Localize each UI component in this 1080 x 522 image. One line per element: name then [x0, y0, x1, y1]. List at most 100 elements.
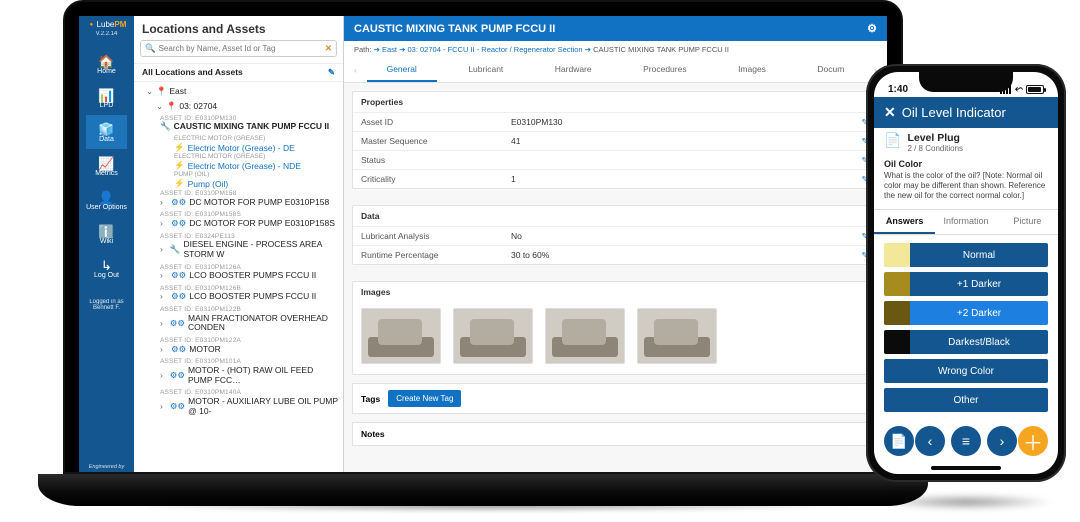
footer-prev-button[interactable]: ‹ [915, 426, 945, 456]
tabs-prev-icon[interactable]: ‹ [350, 65, 361, 75]
question-text: What is the color of the oil? [Note: Nor… [884, 171, 1048, 201]
answer-option[interactable]: Normal [884, 243, 1048, 267]
phone-tab-information[interactable]: Information [935, 210, 996, 234]
image-thumbnail[interactable] [453, 308, 533, 364]
rail-icon: 🏠 [86, 55, 127, 68]
gears-icon: ⚙⚙ [171, 345, 186, 355]
app-window: 🔸LubePM V.2.2.14 🏠Home📊LPD🧊Data📈Metrics👤… [79, 16, 887, 472]
caret-down-icon[interactable]: ⌄ [146, 86, 154, 97]
rail-item-user-options[interactable]: 👤User Options [86, 183, 127, 217]
images-panel: Images [352, 281, 879, 375]
answer-option[interactable]: Darkest/Black [884, 330, 1048, 354]
answer-label: Darkest/Black [910, 330, 1048, 354]
rail-item-metrics[interactable]: 📈Metrics [86, 149, 127, 183]
phone-sub-meta: 2 / 8 Conditions [907, 144, 963, 153]
gear-icon[interactable]: ⚙ [867, 22, 877, 35]
caret-right-icon[interactable]: › [160, 402, 167, 412]
asset-name-row: › ⚙⚙DC MOTOR FOR PUMP E0310P158 [160, 198, 339, 208]
caret-right-icon[interactable]: › [160, 219, 168, 229]
wrench-icon: 🔧 [170, 245, 181, 255]
asset-item[interactable]: ASSET ID: E0310PM122B› ⚙⚙MAIN FRACTIONAT… [134, 305, 343, 336]
property-row: Runtime Percentage30 to 60%✎ [353, 245, 878, 264]
asset-name: LCO BOOSTER PUMPS FCCU II [189, 292, 316, 302]
footer-doc-button[interactable]: 📄 [884, 426, 914, 456]
property-row: Asset IDE0310PM130✎ [353, 112, 878, 131]
search-bar[interactable]: 🔍 ✕ [140, 40, 337, 57]
data-header: Data [353, 206, 878, 226]
tree-node-02704[interactable]: ⌄ 📍 03: 02704 [134, 99, 343, 114]
edit-icon[interactable]: ✎ [328, 67, 335, 78]
asset-name-row: › ⚙⚙MOTOR [160, 345, 339, 355]
caret-right-icon[interactable]: › [160, 371, 167, 381]
rail-item-data[interactable]: 🧊Data [86, 115, 127, 149]
asset-item[interactable]: ASSET ID: E0310PM126A› ⚙⚙LCO BOOSTER PUM… [134, 263, 343, 284]
asset-sub-item[interactable]: ELECTRIC MOTOR (GREASE)⚡Electric Motor (… [134, 135, 343, 153]
rail-label: Wiki [86, 238, 127, 245]
tab-procedures[interactable]: Procedures [623, 58, 706, 82]
tab-general[interactable]: General [367, 58, 437, 82]
asset-name: MOTOR [189, 345, 220, 355]
answer-option[interactable]: Other [884, 388, 1048, 412]
image-thumbnail[interactable] [637, 308, 717, 364]
asset-id-label: ASSET ID: E0310PM122A [160, 337, 339, 344]
footer-list-button[interactable]: ≡ [951, 426, 981, 456]
gears-icon: ⚙⚙ [171, 292, 186, 302]
asset-item[interactable]: ASSET ID: E0310PM140A› ⚙⚙MOTOR - AUXILIA… [134, 388, 343, 419]
rail-item-home[interactable]: 🏠Home [86, 47, 127, 81]
property-value: 41 [503, 132, 852, 150]
image-thumbnail[interactable] [361, 308, 441, 364]
asset-item[interactable]: ASSET ID: E0310PM158› ⚙⚙DC MOTOR FOR PUM… [134, 189, 343, 210]
asset-item[interactable]: ASSET ID: E0310PM158S› ⚙⚙DC MOTOR FOR PU… [134, 210, 343, 231]
path-label: Path: [354, 45, 372, 54]
caret-right-icon[interactable]: › [160, 271, 168, 281]
rail-item-lpd[interactable]: 📊LPD [86, 81, 127, 115]
tab-hardware[interactable]: Hardware [535, 58, 612, 82]
search-icon: 🔍 [145, 43, 156, 54]
clear-search-icon[interactable]: ✕ [325, 43, 332, 54]
asset-sub-item[interactable]: PUMP (OIL)⚡Pump (Oil) [134, 171, 343, 189]
property-row: Lubricant AnalysisNo✎ [353, 226, 878, 245]
footer-next-button[interactable]: › [987, 426, 1017, 456]
asset-item[interactable]: ASSET ID: E0310PM130🔧CAUSTIC MIXING TANK… [134, 114, 343, 135]
phone-tab-picture[interactable]: Picture [997, 210, 1058, 234]
breadcrumb-item[interactable]: East [382, 45, 397, 54]
rail-label: Data [86, 136, 127, 143]
properties-header: Properties [353, 92, 878, 112]
property-value: E0310PM130 [503, 113, 852, 131]
caret-right-icon[interactable]: › [160, 319, 167, 329]
asset-sub-item[interactable]: ELECTRIC MOTOR (GREASE)⚡Electric Motor (… [134, 153, 343, 171]
rail-item-wiki[interactable]: ℹ️Wiki [86, 217, 127, 251]
phone-notch [919, 72, 1013, 92]
tab-docum[interactable]: Docum [797, 58, 864, 82]
asset-item[interactable]: ASSET ID: E0324PE113› 🔧DIESEL ENGINE - P… [134, 232, 343, 263]
answer-option[interactable]: +2 Darker [884, 301, 1048, 325]
brand-logo: 🔸LubePM [87, 20, 127, 29]
breadcrumb-item[interactable]: 03: 02704 - FCCU II - Reactor / Regenera… [408, 45, 583, 54]
caret-right-icon[interactable]: › [160, 292, 168, 302]
asset-item[interactable]: ASSET ID: E0310PM101A› ⚙⚙MOTOR - (HOT) R… [134, 357, 343, 388]
caret-right-icon[interactable]: › [160, 245, 167, 255]
tab-images[interactable]: Images [718, 58, 786, 82]
answer-option[interactable]: Wrong Color [884, 359, 1048, 383]
answer-option[interactable]: +1 Darker [884, 272, 1048, 296]
image-thumbnail[interactable] [545, 308, 625, 364]
tree-node-east[interactable]: ⌄ 📍 East [134, 84, 343, 99]
asset-item[interactable]: ASSET ID: E0310PM122A› ⚙⚙MOTOR [134, 336, 343, 357]
search-input[interactable] [159, 44, 325, 53]
create-tag-button[interactable]: Create New Tag [388, 390, 461, 407]
sub-type-label: ELECTRIC MOTOR (GREASE) [174, 153, 343, 160]
asset-item[interactable]: ASSET ID: E0310PM126B› ⚙⚙LCO BOOSTER PUM… [134, 284, 343, 305]
footer-add-button[interactable]: ＋ [1018, 426, 1048, 456]
sub-name-row: ⚡Electric Motor (Grease) - DE [174, 142, 343, 153]
rail-icon: ℹ️ [86, 225, 127, 238]
rail-item-log-out[interactable]: ↳Log Out [86, 251, 127, 285]
asset-name: MAIN FRACTIONATOR OVERHEAD CONDEN [188, 314, 339, 334]
tab-lubricant[interactable]: Lubricant [448, 58, 523, 82]
phone-tab-answers[interactable]: Answers [874, 210, 935, 234]
tree-body: ⌄ 📍 East ⌄ 📍 03: 02704 ASSET ID: E0310PM… [134, 82, 343, 472]
all-locations-row[interactable]: All Locations and Assets ✎ [134, 63, 343, 82]
caret-down-icon[interactable]: ⌄ [156, 101, 164, 112]
caret-right-icon[interactable]: › [160, 198, 168, 208]
close-icon[interactable]: ✕ [884, 104, 896, 121]
caret-right-icon[interactable]: › [160, 345, 168, 355]
